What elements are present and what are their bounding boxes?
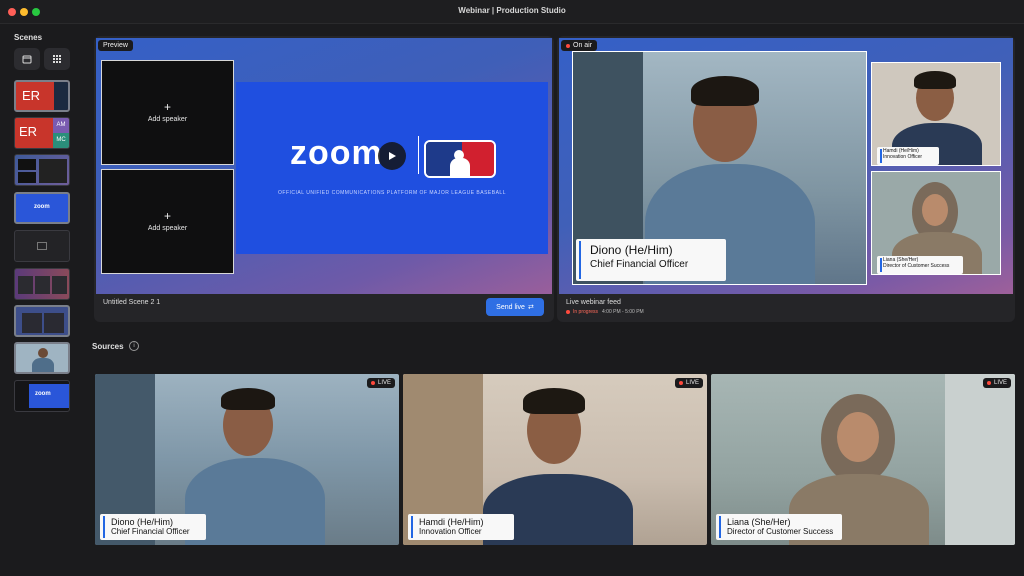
title-bar: Webinar | Production Studio (0, 0, 1024, 24)
info-icon[interactable]: i (129, 341, 139, 351)
zoom-logo-thumb: zoom (35, 391, 51, 397)
plus-icon: + (163, 209, 171, 223)
time-range: 4:00 PM - 5:00 PM (602, 309, 644, 315)
scene-thumb-initials: ER (22, 88, 41, 103)
speaker-name: Diono (He/Him) (111, 517, 174, 527)
add-speaker-slot-2[interactable]: + Add speaker (101, 169, 234, 274)
grid-icon (53, 55, 61, 63)
live-dot-icon (986, 381, 991, 385)
on-air-badge: On air (561, 40, 598, 51)
source-2-namecard: Hamdi (He/Him) Innovation Officer (408, 514, 514, 540)
production-studio-window: Webinar | Production Studio Scenes ER ER… (0, 0, 1024, 576)
on-air-main-video: Diono (He/Him) Chief Financial Officer (572, 51, 867, 285)
scene-thumb-8[interactable] (14, 342, 70, 374)
speaker-title: Innovation Officer (419, 527, 482, 536)
source-1-namecard: Diono (He/Him) Chief Financial Officer (100, 514, 206, 540)
scene-thumb-9[interactable]: zoom (14, 380, 70, 412)
send-live-button[interactable]: Send live ⇄ (486, 298, 544, 316)
on-air-tile-2: Liana (She/Her) Director of Customer Suc… (871, 171, 1001, 275)
scenes-title: Scenes (14, 33, 43, 42)
live-label: LIVE (377, 380, 391, 386)
plus-icon: + (163, 100, 171, 114)
live-badge: LIVE (982, 378, 1011, 388)
source-tile-1[interactable]: LIVE Diono (He/Him) Chief Financial Offi… (95, 374, 399, 545)
source-tile-2[interactable]: LIVE Hamdi (He/Him) Innovation Officer (403, 374, 707, 545)
on-air-canvas: Diono (He/Him) Chief Financial Officer H… (559, 38, 1013, 294)
play-icon (389, 152, 396, 160)
play-button[interactable] (378, 142, 406, 170)
scene-thumb-initials: ER (19, 124, 38, 139)
add-speaker-slot-1[interactable]: + Add speaker (101, 60, 234, 165)
zoom-mlb-banner: zoom OFFICIAL UNIFIED COMMUNICATIONS PLA… (236, 82, 548, 254)
on-air-main-namecard: Diono (He/Him) Chief Financial Officer (576, 239, 726, 281)
on-air-panel: Diono (He/Him) Chief Financial Officer H… (557, 36, 1015, 322)
add-speaker-label: Add speaker (147, 225, 188, 232)
scene-thumb-2[interactable]: ER AM MC (14, 117, 70, 149)
on-air-tile-1-namecard: Hamdi (He/Him) Innovation Officer (877, 147, 939, 165)
on-air-tile-2-namecard: Liana (She/Her) Director of Customer Suc… (877, 256, 963, 274)
calendar-icon (22, 55, 32, 64)
speaker-title: Chief Financial Officer (111, 527, 190, 536)
status-dot-icon (566, 310, 570, 314)
scene-thumb-5[interactable] (14, 230, 70, 262)
swap-icon: ⇄ (527, 304, 534, 311)
window-title: Webinar | Production Studio (458, 6, 566, 15)
scene-thumb-sub: AM (53, 118, 69, 133)
scene-view-button[interactable] (14, 48, 40, 70)
feed-status: In progress 4:00 PM - 5:00 PM (566, 309, 644, 315)
preview-canvas: + Add speaker + Add speaker zoom OFFICIA… (96, 38, 552, 294)
source-3-namecard: Liana (She/Her) Director of Customer Suc… (716, 514, 842, 540)
scene-thumb-4[interactable]: zoom (14, 192, 70, 224)
live-badge: LIVE (366, 378, 395, 388)
live-dot-icon (566, 43, 570, 48)
zoom-logo-thumb: zoom (34, 204, 50, 210)
speaker-name: Hamdi (He/Him) (419, 517, 484, 527)
banner-tagline: OFFICIAL UNIFIED COMMUNICATIONS PLATFORM… (278, 190, 506, 196)
live-label: LIVE (685, 380, 699, 386)
feed-label: Live webinar feed (566, 299, 621, 306)
zoom-logo: zoom (290, 134, 383, 172)
status-text: In progress (573, 309, 599, 315)
scene-thumb-6[interactable] (14, 268, 70, 300)
preview-badge: Preview (98, 40, 133, 51)
scene-thumb-1[interactable]: ER (14, 80, 70, 112)
live-dot-icon (370, 381, 375, 385)
speaker-title: Director of Customer Success (727, 527, 834, 536)
grid-view-button[interactable] (44, 48, 70, 70)
speaker-name: Liana (She/Her) (727, 517, 791, 527)
scene-name: Untitled Scene 2 1 (103, 299, 161, 306)
source-tile-3[interactable]: LIVE Liana (She/Her) Director of Custome… (711, 374, 1015, 545)
speaker-title: Innovation Officer (883, 154, 923, 160)
preview-panel: + Add speaker + Add speaker zoom OFFICIA… (94, 36, 554, 322)
speaker-title: Director of Customer Success (883, 263, 950, 269)
live-dot-icon (678, 381, 683, 385)
sources-title: Sources (92, 342, 124, 351)
send-live-label: Send live (496, 303, 525, 311)
add-speaker-label: Add speaker (147, 116, 188, 123)
mlb-logo (424, 140, 496, 178)
speaker-title: Chief Financial Officer (590, 259, 689, 270)
scene-thumb-7[interactable] (14, 305, 70, 337)
on-air-tile-1: Hamdi (He/Him) Innovation Officer (871, 62, 1001, 166)
scene-thumb-3[interactable] (14, 154, 70, 186)
speaker-name: Diono (He/Him) (590, 243, 673, 257)
scene-thumb-sub: MC (53, 133, 69, 148)
live-badge: LIVE (674, 378, 703, 388)
live-label: LIVE (993, 380, 1007, 386)
on-air-label: On air (573, 42, 593, 49)
